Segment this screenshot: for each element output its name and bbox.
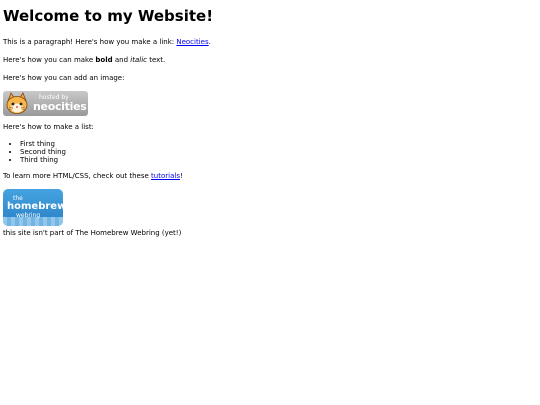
image-intro: Here's how you can add an image: — [3, 74, 125, 82]
hosted-by-neocities-badge[interactable]: hosted by neocities — [3, 91, 88, 116]
bold-word: bold — [95, 56, 113, 64]
formatting-end: text. — [146, 56, 166, 64]
list-item: Third thing — [20, 156, 537, 164]
list-item: Second thing — [20, 148, 537, 156]
learn-end: ! — [179, 172, 183, 180]
example-list: First thing Second thing Third thing — [3, 140, 537, 164]
page-content: Welcome to my Website! This is a paragra… — [0, 0, 540, 238]
paragraph-text: This is a paragraph! Here's how you make… — [3, 38, 177, 46]
paragraph-formatting: Here's how you can make bold and italic … — [3, 55, 537, 65]
webring-line2: homebrew — [7, 201, 63, 212]
paragraph-end: . — [208, 38, 211, 46]
tutorials-link[interactable]: tutorials — [151, 172, 180, 180]
list-item: First thing — [20, 140, 537, 148]
formatting-and: and — [112, 56, 131, 64]
neocities-link[interactable]: Neocities — [176, 38, 208, 46]
learn-text: To learn more HTML/CSS, check out these — [3, 172, 152, 180]
list-intro: Here's how to make a list: — [3, 123, 94, 131]
webring-note: this site isn't part of The Homebrew Web… — [3, 229, 182, 237]
badge-text: hosted by neocities — [33, 95, 87, 113]
cat-icon — [6, 92, 28, 114]
italic-word: italic — [130, 56, 147, 64]
webring-wave — [3, 217, 63, 226]
learn-more: To learn more HTML/CSS, check out these … — [3, 171, 537, 181]
homebrew-webring-badge[interactable]: the homebrew webring — [3, 189, 63, 226]
paragraph-link: This is a paragraph! Here's how you make… — [3, 37, 537, 47]
badge-big-text: neocities — [33, 100, 87, 113]
page-title: Welcome to my Website! — [3, 7, 214, 25]
formatting-text: Here's how you can make — [3, 56, 96, 64]
